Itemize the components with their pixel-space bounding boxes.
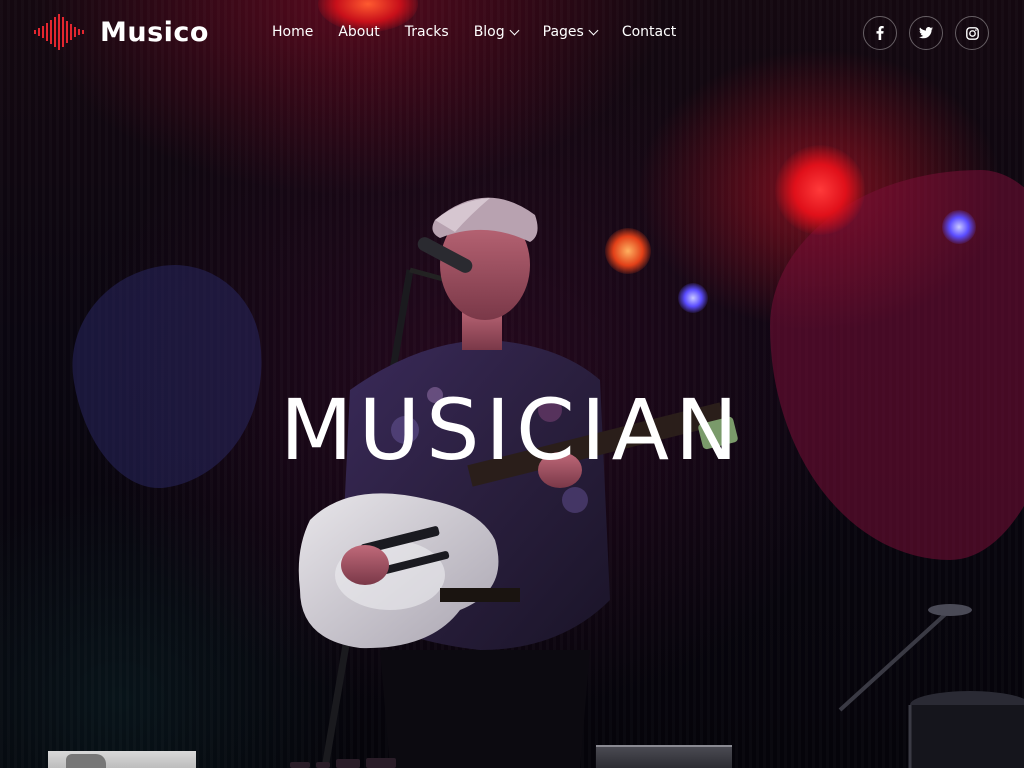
- nav-item-tracks[interactable]: Tracks: [405, 24, 449, 40]
- drum-kit: [838, 604, 1024, 768]
- facebook-icon: [876, 26, 884, 40]
- brand-logo[interactable]: Musico: [34, 14, 209, 50]
- facebook-button[interactable]: [863, 16, 897, 50]
- nav-item-label: Pages: [542, 24, 584, 40]
- stage-light-blue: [942, 210, 976, 244]
- nav-item-blog[interactable]: Blog: [473, 24, 520, 40]
- brand-name: Musico: [100, 16, 209, 48]
- section-thumbnail: [48, 751, 196, 768]
- page: Musico Home About Tracks Blog Pages Cont…: [0, 0, 1024, 768]
- nav-item-about[interactable]: About: [338, 24, 379, 40]
- thumbnail-subject: [66, 754, 106, 768]
- nav-item-label: Home: [272, 24, 314, 40]
- twitter-button[interactable]: [909, 16, 943, 50]
- chevron-down-icon: [509, 25, 520, 35]
- main-nav: Home About Tracks Blog Pages Contact: [272, 20, 701, 44]
- nav-item-pages[interactable]: Pages: [542, 24, 599, 40]
- section-heading-clipped: [290, 758, 420, 768]
- nav-item-home[interactable]: Home: [272, 24, 313, 40]
- instagram-icon: [965, 26, 979, 40]
- stage-light-red: [775, 145, 865, 235]
- nav-item-label: About: [338, 24, 380, 40]
- stage-amplifier: [596, 745, 732, 768]
- sound-wave-icon: [34, 14, 84, 50]
- site-header: Musico Home About Tracks Blog Pages Cont…: [0, 0, 1024, 64]
- nav-item-label: Blog: [473, 24, 505, 40]
- instagram-button[interactable]: [955, 16, 989, 50]
- nav-item-label: Contact: [621, 24, 677, 40]
- nav-item-label: Tracks: [404, 24, 449, 40]
- chevron-down-icon: [588, 25, 599, 35]
- twitter-icon: [919, 27, 933, 39]
- nav-item-contact[interactable]: Contact: [622, 24, 676, 40]
- hero-title: MUSICIAN: [280, 381, 744, 479]
